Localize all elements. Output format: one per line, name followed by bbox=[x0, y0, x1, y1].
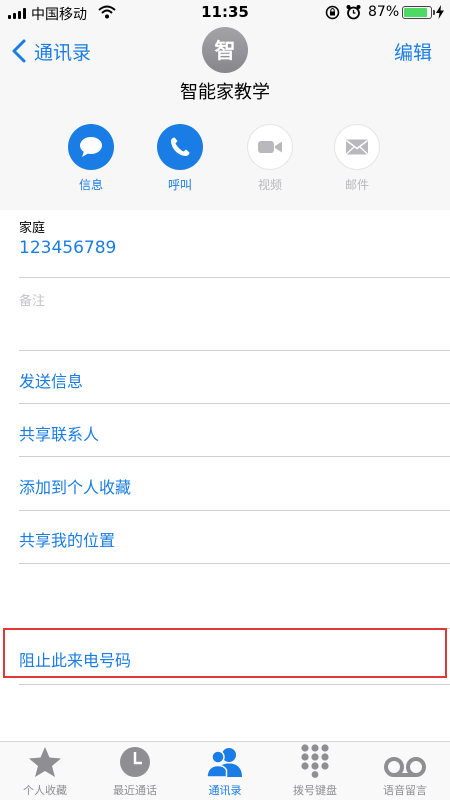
divider bbox=[19, 350, 450, 351]
video-icon bbox=[247, 124, 293, 170]
video-action-button[interactable]: 视频 bbox=[245, 124, 295, 193]
tab-keypad-label: 拨号键盘 bbox=[293, 784, 337, 797]
tab-contacts[interactable]: 通讯录 bbox=[180, 742, 270, 800]
voicemail-icon bbox=[384, 757, 426, 777]
phone-icon bbox=[157, 124, 203, 170]
share-contact-button[interactable]: 共享联系人 bbox=[19, 421, 99, 445]
charging-icon bbox=[436, 5, 444, 19]
block-caller-button[interactable]: 阻止此来电号码 bbox=[19, 647, 131, 671]
mail-action-label: 邮件 bbox=[344, 178, 369, 192]
star-icon bbox=[29, 747, 61, 777]
notes-field[interactable]: 备注 bbox=[19, 290, 45, 309]
tab-contacts-label: 通讯录 bbox=[208, 784, 242, 797]
call-action-button[interactable]: 呼叫 bbox=[155, 124, 205, 193]
divider bbox=[19, 510, 450, 511]
message-icon bbox=[68, 124, 114, 170]
share-location-button[interactable]: 共享我的位置 bbox=[19, 527, 115, 551]
tab-favorites[interactable]: 个人收藏 bbox=[0, 742, 90, 800]
rotation-lock-icon bbox=[325, 5, 340, 20]
alarm-icon bbox=[346, 5, 361, 20]
status-bar: 中国移动 11:35 87% bbox=[0, 0, 450, 26]
tab-voicemail-label: 语音留言 bbox=[383, 784, 427, 797]
contacts-icon bbox=[206, 748, 242, 778]
divider bbox=[19, 277, 450, 278]
divider bbox=[19, 563, 450, 564]
tab-bar: 个人收藏 最近通话 通讯录 拨号键盘 语音留言 bbox=[0, 741, 450, 800]
call-action-label: 呼叫 bbox=[167, 178, 192, 192]
contact-name: 智能家教学 bbox=[180, 82, 270, 103]
add-to-favorites-button[interactable]: 添加到个人收藏 bbox=[19, 474, 131, 498]
avatar: 智 bbox=[202, 27, 248, 73]
mail-icon bbox=[334, 124, 380, 170]
divider bbox=[19, 456, 450, 457]
phone-label: 家庭 bbox=[19, 221, 46, 236]
back-button-label: 通讯录 bbox=[34, 41, 92, 64]
back-button[interactable]: 通讯录 bbox=[10, 38, 91, 64]
battery-percentage: 87% bbox=[368, 4, 400, 20]
chevron-left-icon bbox=[12, 39, 26, 63]
keypad-icon bbox=[301, 744, 329, 778]
tab-recents-label: 最近通话 bbox=[113, 784, 157, 797]
battery-icon bbox=[402, 6, 435, 19]
message-action-button[interactable]: 信息 bbox=[66, 124, 116, 193]
tab-voicemail[interactable]: 语音留言 bbox=[360, 742, 450, 800]
video-action-label: 视频 bbox=[257, 178, 282, 192]
edit-button[interactable]: 编辑 bbox=[394, 38, 432, 65]
divider bbox=[19, 403, 450, 404]
message-action-label: 信息 bbox=[78, 178, 103, 192]
phone-number[interactable]: 123456789 bbox=[19, 238, 116, 258]
tab-favorites-label: 个人收藏 bbox=[23, 784, 67, 797]
tab-recents[interactable]: 最近通话 bbox=[90, 742, 180, 800]
send-message-button[interactable]: 发送信息 bbox=[19, 368, 83, 392]
divider bbox=[19, 684, 450, 685]
mail-action-button[interactable]: 邮件 bbox=[332, 124, 382, 193]
battery-level-fill bbox=[404, 8, 427, 17]
tab-keypad[interactable]: 拨号键盘 bbox=[270, 742, 360, 800]
clock-icon bbox=[120, 747, 150, 777]
